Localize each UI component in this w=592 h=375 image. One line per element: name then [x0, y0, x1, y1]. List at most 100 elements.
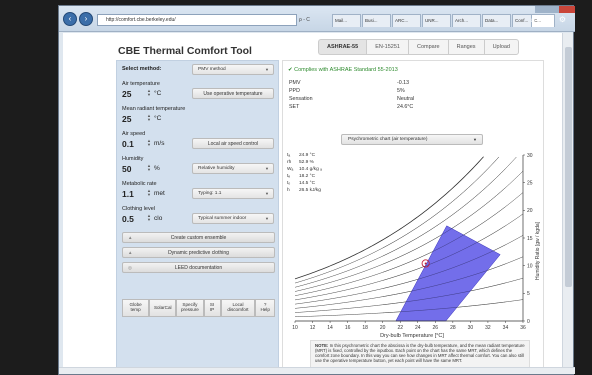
tab-ashrae-55[interactable]: ASHRAE-55: [318, 39, 367, 55]
tool-line2: Help: [260, 307, 270, 312]
browser-tab[interactable]: Data...: [482, 14, 511, 27]
dynamic-clothing-button[interactable]: ▲ Dynamic predictive clothing: [122, 247, 275, 258]
metabolic-unit: met: [154, 190, 165, 197]
tab-en-15251[interactable]: EN-15251: [366, 39, 408, 55]
chart-note: NOTE: In this psychrometric chart the ab…: [310, 340, 530, 369]
x-tick-label: 28: [450, 325, 456, 331]
humidity-unit: %: [154, 165, 160, 172]
x-tick-label: 14: [327, 325, 333, 331]
air-speed-unit: m/s: [154, 140, 165, 147]
local-discomfort-button[interactable]: Local discomfort: [220, 299, 256, 317]
maximize-button[interactable]: [547, 6, 559, 13]
x-tick-label: 24: [415, 325, 421, 331]
set-value: 24.6°C: [397, 104, 414, 110]
x-tick-label: 26: [433, 325, 439, 331]
browser-tab[interactable]: Mail...: [332, 14, 361, 27]
x-tick-label: 30: [468, 325, 474, 331]
humidity-spinner[interactable]: ▲ ▼: [147, 164, 151, 172]
air-temp-input[interactable]: 25: [122, 89, 131, 99]
clothing-value: Typical summer indoor: [198, 216, 247, 221]
triangle-icon: ▲: [128, 250, 133, 255]
x-tick-label: 34: [503, 325, 509, 331]
si-ip-toggle[interactable]: SI IP: [203, 299, 221, 317]
scroll-thumb[interactable]: [565, 47, 572, 287]
tab-compare[interactable]: Compare: [407, 39, 448, 55]
method-select[interactable]: PMV method ▼: [192, 64, 274, 75]
tool-line2: IP: [209, 307, 215, 312]
y-tick-label: 5: [527, 291, 530, 297]
help-button[interactable]: ? Help: [255, 299, 275, 317]
y-tick-label: 0: [527, 319, 530, 325]
ppd-value: 5%: [397, 88, 405, 94]
browser-tab[interactable]: Busi...: [362, 14, 391, 27]
back-button[interactable]: ‹: [63, 12, 77, 26]
sensation-label: Sensation: [289, 96, 313, 102]
mrt-spinner[interactable]: ▲ ▼: [147, 114, 151, 122]
local-air-speed-button[interactable]: Local air speed control: [192, 138, 274, 149]
minimize-button[interactable]: [535, 6, 547, 13]
solarcal-button[interactable]: SolarCal: [149, 299, 177, 317]
air-speed-input[interactable]: 0.1: [122, 139, 134, 149]
metabolic-input[interactable]: 1.1: [122, 189, 134, 199]
chart-type-select[interactable]: Psychrometric chart (air temperature) ▼: [341, 134, 483, 145]
horizontal-scrollbar[interactable]: [59, 367, 575, 374]
y-tick-label: 10: [527, 263, 533, 269]
browser-chrome: ‹ › http://comfort.cbe.berkeley.edu/ ρ -…: [59, 6, 575, 32]
y-tick-label: 25: [527, 180, 533, 186]
rh-curve-overlay: [382, 156, 500, 249]
tab-ranges[interactable]: Ranges: [447, 39, 484, 55]
humidity-type-select[interactable]: Relative humidity ▼: [192, 163, 274, 174]
x-tick-label: 18: [362, 325, 368, 331]
x-tick-label: 12: [310, 325, 316, 331]
forward-button[interactable]: ›: [79, 12, 93, 26]
window-controls[interactable]: [535, 6, 575, 14]
air-speed-spinner[interactable]: ▲ ▼: [147, 139, 151, 147]
x-tick-label: 32: [485, 325, 491, 331]
activity-select[interactable]: Typing: 1.1 ▼: [192, 188, 274, 199]
toolbar-icons[interactable]: ⌂ ★ ⚙: [530, 15, 569, 24]
browser-tab[interactable]: UNR...: [422, 14, 451, 27]
chevron-down-icon: ▼: [265, 67, 269, 72]
ppd-label: PPD: [289, 88, 300, 94]
humidity-label: Humidity: [122, 156, 144, 162]
compliance-status: ✔ Complies with ASHRAE Standard 55-2013: [288, 67, 398, 73]
mrt-input[interactable]: 25: [122, 114, 131, 124]
humidity-input[interactable]: 50: [122, 164, 131, 174]
custom-ensemble-button[interactable]: ▲ Create custom ensemble: [122, 232, 275, 243]
clothing-select[interactable]: Typical summer indoor ▼: [192, 213, 274, 224]
browser-tab[interactable]: Arch...: [452, 14, 481, 27]
humidity-type-value: Relative humidity: [198, 166, 235, 171]
triangle-icon: ▲: [128, 235, 133, 240]
results-panel: ✔ Complies with ASHRAE Standard 55-2013 …: [282, 60, 544, 369]
x-tick-label: 22: [397, 325, 403, 331]
close-button[interactable]: [559, 6, 575, 13]
metabolic-spinner[interactable]: ▲ ▼: [147, 189, 151, 197]
air-temp-label: Air temperature: [122, 81, 160, 87]
clothing-label: Clothing level: [122, 206, 156, 212]
address-tools[interactable]: ρ - C: [299, 14, 329, 26]
air-temp-spinner[interactable]: ▲ ▼: [147, 89, 151, 97]
clothing-spinner[interactable]: ▲ ▼: [147, 214, 151, 222]
activity-value: Typing: 1.1: [198, 191, 222, 196]
clothing-unit: clo: [154, 215, 163, 222]
y-tick-label: 20: [527, 208, 533, 214]
clothing-input[interactable]: 0.5: [122, 214, 134, 224]
rh-curve-overlay: [382, 156, 484, 241]
chevron-down-icon: ▼: [265, 166, 269, 171]
browser-tab[interactable]: ARC...: [392, 14, 421, 27]
tool-line2: pressure: [180, 307, 199, 312]
address-bar[interactable]: http://comfort.cbe.berkeley.edu/: [97, 14, 297, 26]
browser-window: ‹ › http://comfort.cbe.berkeley.edu/ ρ -…: [58, 5, 575, 375]
rh-curve: [294, 192, 524, 296]
use-operative-temp-button[interactable]: Use operative temperature: [192, 88, 274, 99]
globe-temp-button[interactable]: Globe temp: [122, 299, 150, 317]
x-tick-label: 16: [345, 325, 351, 331]
specify-pressure-button[interactable]: Specify pressure: [176, 299, 204, 317]
comfort-zone: [395, 225, 501, 322]
tab-upload[interactable]: Upload: [483, 39, 519, 55]
vertical-scrollbar[interactable]: [562, 33, 573, 369]
psychrometric-chart[interactable]: 10 12 14 16 18 20 22 24 26 28 30 32 34 360 5 10 15 20 25 30…: [283, 151, 545, 341]
x-axis-label: Dry-bulb Temperature [°C]: [380, 333, 444, 339]
chevron-down-icon: ▼: [265, 216, 269, 221]
leed-documentation-button[interactable]: ◎ LEED documentation: [122, 262, 275, 273]
